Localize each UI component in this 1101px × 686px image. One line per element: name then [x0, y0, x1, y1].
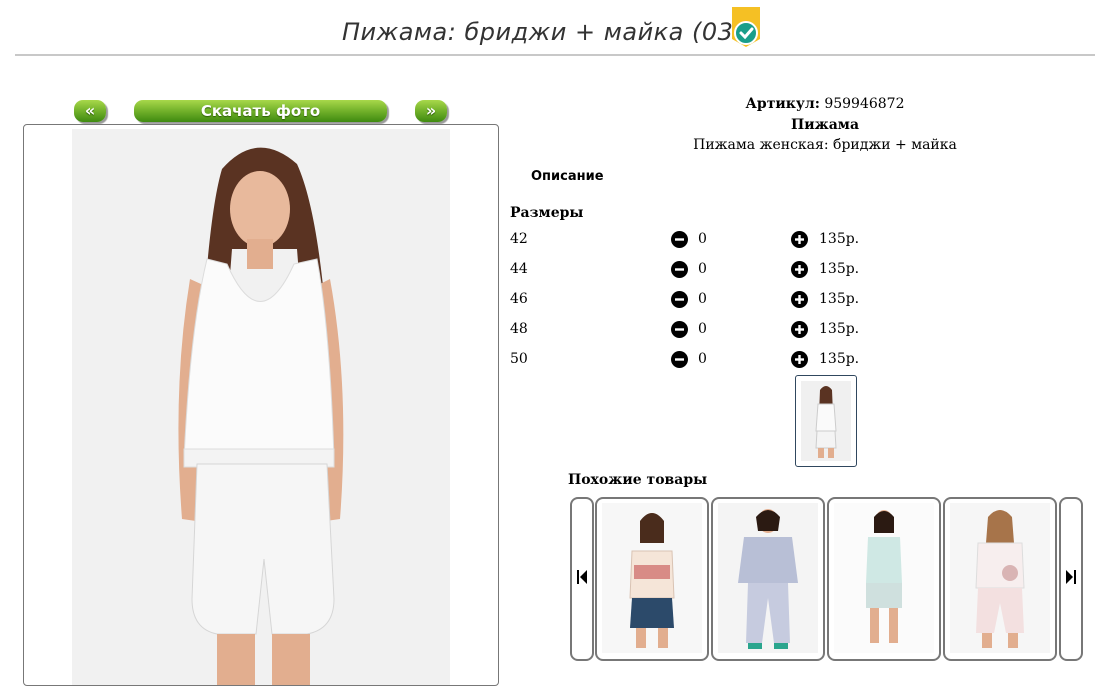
- similar-product-card[interactable]: [595, 497, 709, 661]
- size-quantity: 0: [698, 231, 707, 247]
- similar-product-photo: [834, 503, 934, 653]
- sku-label: Артикул:: [745, 96, 820, 112]
- size-label: 44: [510, 261, 528, 277]
- size-quantity: 0: [698, 321, 707, 337]
- size-label: 50: [510, 351, 528, 367]
- similar-product-photo: [602, 503, 702, 653]
- plus-circle-icon[interactable]: [791, 321, 808, 338]
- sku-value: 959946872: [824, 96, 905, 112]
- size-quantity: 0: [698, 261, 707, 277]
- size-row: 46 0 135р.: [510, 289, 870, 311]
- page-header: Пижама: бриджи + майка (037): [0, 18, 1101, 46]
- page-title: Пижама: бриджи + майка (037): [341, 18, 760, 46]
- header-divider: [15, 54, 1095, 56]
- similar-product-card[interactable]: [943, 497, 1057, 661]
- minus-circle-icon[interactable]: [671, 231, 688, 248]
- sizes-heading: Размеры: [510, 205, 584, 221]
- photo-thumbnail[interactable]: [795, 375, 857, 467]
- size-price: 135р.: [819, 291, 860, 307]
- sku-line: Артикул: 959946872: [600, 96, 1050, 112]
- size-price: 135р.: [819, 261, 860, 277]
- size-price: 135р.: [819, 321, 860, 337]
- minus-circle-icon[interactable]: [671, 261, 688, 278]
- size-price: 135р.: [819, 351, 860, 367]
- size-label: 42: [510, 231, 528, 247]
- next-photo-button[interactable]: »: [415, 100, 447, 122]
- similar-product-card[interactable]: [711, 497, 825, 661]
- product-short-description: Пижама женская: бриджи + майка: [693, 137, 957, 153]
- size-row: 42 0 135р.: [510, 229, 870, 251]
- prev-photo-button[interactable]: «: [74, 100, 106, 122]
- carousel-next-button[interactable]: [1059, 497, 1083, 661]
- carousel-prev-button[interactable]: [570, 497, 594, 661]
- similar-products-heading: Похожие товары: [568, 472, 708, 488]
- size-quantity: 0: [698, 291, 707, 307]
- download-photo-button[interactable]: Скачать фото: [134, 100, 387, 122]
- similar-product-card[interactable]: [827, 497, 941, 661]
- minus-circle-icon[interactable]: [671, 291, 688, 308]
- check-badge-icon: [732, 7, 760, 47]
- skip-next-icon: [1066, 570, 1076, 584]
- minus-circle-icon[interactable]: [671, 321, 688, 338]
- main-product-photo[interactable]: [72, 129, 450, 686]
- minus-circle-icon[interactable]: [671, 351, 688, 368]
- skip-prev-icon: [577, 570, 587, 584]
- size-row: 50 0 135р.: [510, 349, 870, 371]
- thumbnail-photo: [801, 381, 851, 461]
- size-quantity: 0: [698, 351, 707, 367]
- main-photo-frame: [23, 124, 499, 686]
- description-heading[interactable]: Описание: [531, 169, 604, 184]
- plus-circle-icon[interactable]: [791, 231, 808, 248]
- size-row: 48 0 135р.: [510, 319, 870, 341]
- product-name: Пижама: [790, 117, 860, 133]
- plus-circle-icon[interactable]: [791, 351, 808, 368]
- similar-product-photo: [950, 503, 1050, 653]
- size-label: 48: [510, 321, 528, 337]
- size-label: 46: [510, 291, 528, 307]
- size-price: 135р.: [819, 231, 860, 247]
- plus-circle-icon[interactable]: [791, 291, 808, 308]
- size-row: 44 0 135р.: [510, 259, 870, 281]
- plus-circle-icon[interactable]: [791, 261, 808, 278]
- similar-product-photo: [718, 503, 818, 653]
